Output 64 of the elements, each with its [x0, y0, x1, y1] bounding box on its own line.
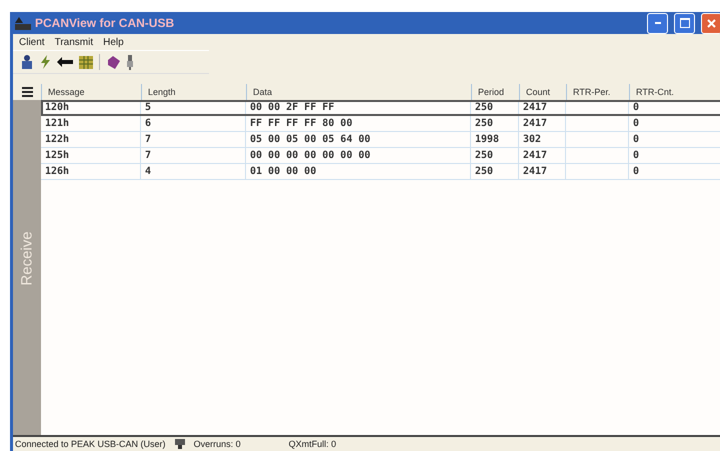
table-row[interactable]: 120h 5 00 00 2F FF FF 250 2417 0 [41, 100, 720, 116]
close-button[interactable] [701, 12, 720, 34]
table-cell: 120h [41, 100, 141, 115]
table-cell: 01 00 00 00 [246, 164, 471, 179]
table-cell: 250 [471, 100, 519, 115]
window-title: PCANView for CAN-USB [35, 16, 174, 30]
table-cell: 121h [41, 116, 141, 131]
table-cell: 2417 [519, 148, 566, 163]
table-cell: 0 [629, 148, 720, 163]
person-icon[interactable] [21, 55, 33, 69]
table-cell: 2417 [519, 164, 566, 179]
menu-item[interactable]: Client [19, 36, 45, 48]
minimize-button[interactable] [647, 12, 668, 34]
table-cell: 4 [141, 164, 246, 179]
table-row[interactable]: 122h 7 05 00 05 00 05 64 00 1998 302 0 [41, 132, 720, 148]
plug-icon[interactable] [126, 54, 134, 70]
column-header[interactable]: Count [519, 84, 566, 100]
column-header[interactable]: RTR-Cnt. [629, 84, 720, 100]
table-row[interactable]: 126h 4 01 00 00 00 250 2417 0 [41, 164, 720, 180]
table-cell: 302 [519, 132, 566, 147]
menu-item[interactable]: Transmit [54, 36, 94, 48]
table-cell: 0 [629, 116, 720, 131]
table-cell: 0 [629, 132, 720, 147]
app-icon [15, 16, 31, 30]
table-cell: 122h [41, 132, 141, 147]
maximize-icon [680, 18, 690, 28]
gem-icon[interactable] [106, 56, 120, 68]
column-header[interactable]: Period [471, 84, 519, 100]
table-cell: 250 [471, 116, 519, 131]
table-cell: 2417 [519, 116, 566, 131]
overruns-status: Overruns: 0 [194, 439, 241, 449]
table-cell: 250 [471, 164, 519, 179]
table-cell: 0 [629, 100, 720, 115]
connection-status: Connected to PEAK USB-CAN (User) [15, 439, 166, 449]
table-cell: 05 00 05 00 05 64 00 [246, 132, 471, 147]
table-cell: 6 [141, 116, 246, 131]
minimize-icon [654, 22, 660, 24]
table-row[interactable]: 121h 6 FF FF FF FF 80 00 250 2417 0 [41, 116, 720, 132]
table-cell: FF FF FF FF 80 00 [246, 116, 471, 131]
close-icon [707, 18, 716, 28]
table-cell: 7 [141, 132, 246, 147]
arrow-icon[interactable] [57, 57, 73, 67]
table-cell: 250 [471, 148, 519, 163]
table-cell: 1998 [471, 132, 519, 147]
grid-icon[interactable] [79, 56, 93, 68]
table-cell: 00 00 2F FF FF [246, 100, 471, 115]
lightning-icon[interactable] [39, 55, 51, 69]
maximize-button[interactable] [674, 12, 695, 34]
table-cell: 00 00 00 00 00 00 00 [246, 148, 471, 163]
table-row[interactable]: 125h 7 00 00 00 00 00 00 00 250 2417 0 [41, 148, 720, 164]
list-icon[interactable] [22, 87, 32, 97]
column-header[interactable]: Message [41, 84, 141, 100]
column-header[interactable]: Data [246, 84, 471, 100]
column-header[interactable]: Length [141, 84, 246, 100]
menu-item[interactable]: Help [103, 36, 124, 48]
table-cell: 125h [41, 148, 141, 163]
table-cell: 0 [629, 164, 720, 179]
column-header[interactable]: RTR-Per. [566, 84, 629, 100]
network-icon [174, 439, 186, 449]
qxmtfull-status: QXmtFull: 0 [288, 439, 336, 449]
table-cell: 2417 [519, 100, 566, 115]
table-cell: 5 [141, 100, 246, 115]
table-cell: 7 [141, 148, 246, 163]
table-cell: 126h [41, 164, 141, 179]
